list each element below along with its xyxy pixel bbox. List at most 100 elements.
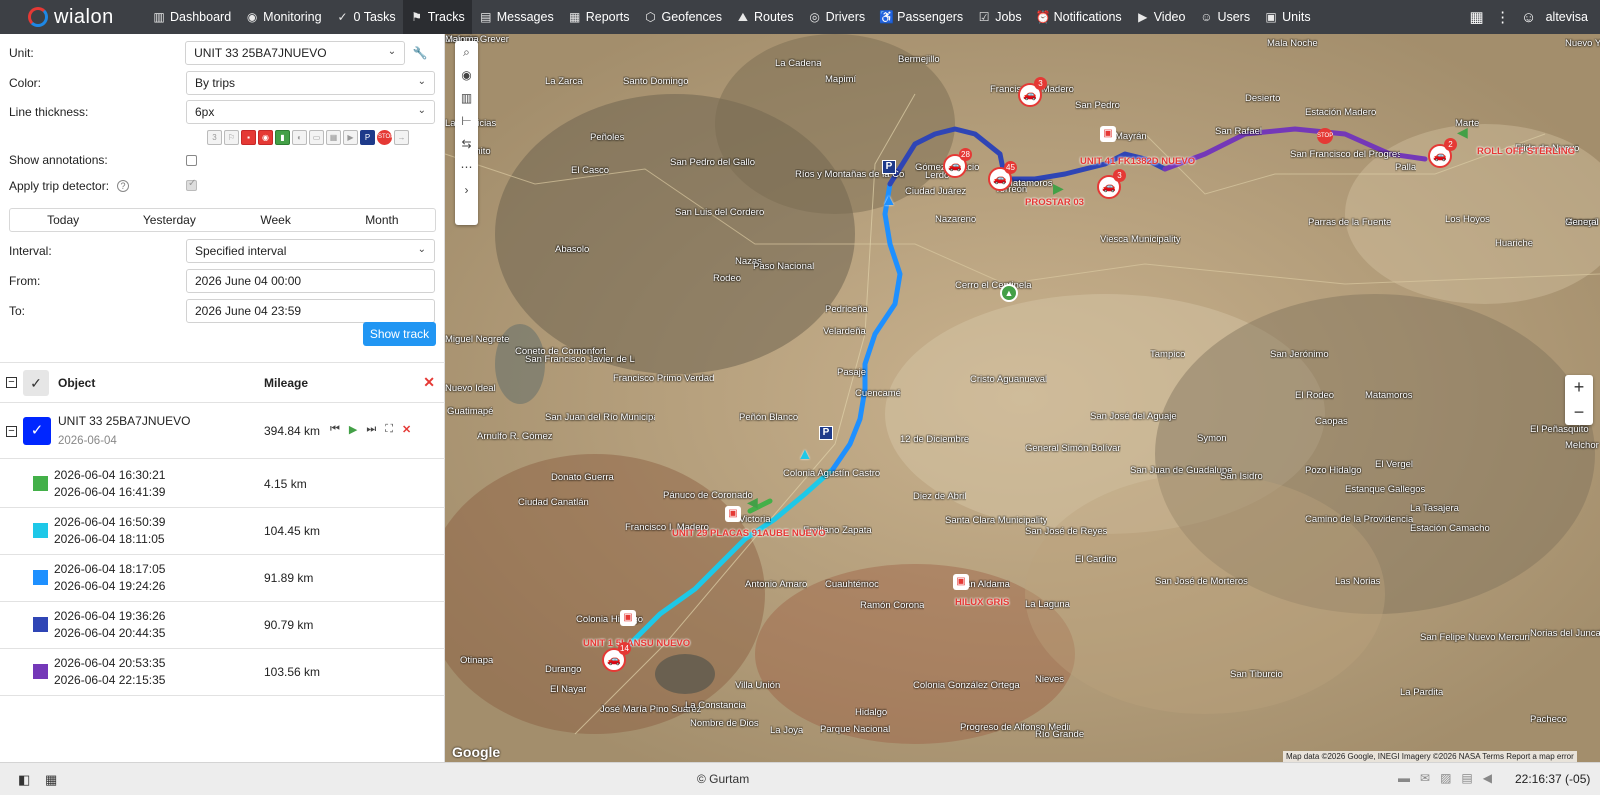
help-icon[interactable]: ? [117,180,130,192]
annotations-checkbox[interactable] [186,154,197,166]
unit-map-label[interactable]: PROSTAR 03 [1025,197,1084,208]
sound-icon[interactable]: ◀ [1483,771,1492,785]
user-icon[interactable]: ☺ [1516,9,1542,26]
nav-jobs[interactable]: ☑ Jobs [970,0,1028,34]
collapse-all-icon[interactable]: − [6,377,17,388]
messages-icon[interactable]: ▭ [309,130,324,145]
interval-select[interactable]: Specified interval ⌄ [186,239,435,263]
cluster-count-badge[interactable]: 3 [1113,169,1126,182]
trip-detector-checkbox[interactable] [186,178,197,191]
skip-back-icon[interactable]: ⏮ [330,423,340,436]
nav-tasks[interactable]: ✓ 0 Tasks [329,0,403,34]
more-menu-icon[interactable]: ⋮ [1490,8,1516,26]
delete-track-icon[interactable]: ✕ [402,423,411,436]
unit-map-label[interactable]: ROLL OFF STERLING [1477,146,1575,157]
wialon-logo[interactable]: wialon [0,6,145,29]
apps-icon[interactable]: ▦ [45,772,57,788]
messages-status-icon[interactable]: ▬ [1398,771,1410,785]
mail-status-icon[interactable]: ✉ [1420,771,1430,785]
nav-reports[interactable]: ▦ Reports [561,0,637,34]
zoom-in-button[interactable]: + [1565,375,1593,400]
cluster-count-badge[interactable]: 45 [1004,161,1017,174]
period-month[interactable]: Month [329,209,435,231]
unit-map-label[interactable]: UNIT 29 PLACAS 91AUBE NUEVO [672,528,826,539]
image-status-icon[interactable]: ▨ [1440,771,1451,785]
unit-select[interactable]: UNIT 33 25BA7JNUEVO ⌄ [185,41,406,65]
events-icon[interactable]: ▪ [241,130,256,145]
notification-status-icon[interactable]: ▤ [1461,771,1472,785]
nav-passengers[interactable]: ♿ Passengers [872,0,970,34]
cluster-count-badge[interactable]: 2 [1444,138,1457,151]
from-input[interactable]: 2026 June 04 00:00 [186,269,435,293]
user-name[interactable]: altevisa [1542,10,1600,24]
parking-marker-icon[interactable]: P [882,160,896,174]
direction-icon[interactable]: → [394,130,409,145]
nodes-icon[interactable]: ⋯ [455,156,478,179]
stop-icon[interactable]: STOP [377,130,394,145]
speeding-icon[interactable]: ◉ [258,130,273,145]
wrench-icon[interactable]: 🔧 [405,46,435,60]
unit-map-label[interactable]: HILUX GRIS [955,597,1009,608]
nav-tracks[interactable]: ⚑ Tracks [402,0,472,34]
stop-marker-icon[interactable]: STOP [1317,128,1333,144]
nav-messages[interactable]: ▤ Messages [472,0,561,34]
panel-toggle-icon[interactable]: ◧ [18,772,30,788]
images-icon[interactable]: ▦ [326,130,341,145]
nav-monitoring[interactable]: ◉ Monitoring [238,0,328,34]
focus-track-icon[interactable]: ⛶ [385,423,393,436]
trip-row[interactable]: 2026-06-04 18:17:05 2026-06-04 19:24:26 91… [0,554,445,602]
thefts-icon[interactable]: ◐ [292,130,307,145]
to-input[interactable]: 2026 June 04 23:59 [186,299,435,323]
trip-row[interactable]: 2026-06-04 16:50:39 2026-06-04 18:11:05 10… [0,507,445,555]
map-layers-icon[interactable]: ▥ [455,87,478,110]
geofence-marker-icon[interactable]: ▲ [1000,284,1018,302]
nav-dashboard[interactable]: ▥ Dashboard [145,0,238,34]
ruler-icon[interactable]: ⊢ [455,110,478,133]
select-all-checkbox[interactable]: ✓ [23,370,49,396]
nav-video[interactable]: ▶ Video [1129,0,1193,34]
delete-all-icon[interactable]: ✕ [423,374,435,391]
color-select[interactable]: By trips ⌄ [186,71,435,95]
unit-map-label[interactable]: UNIT 1 5LANSU NUEVO [583,638,690,649]
trip-row[interactable]: 2026-06-04 16:30:21 2026-06-04 16:41:39 4.… [0,460,445,508]
collapse-unit-icon[interactable]: − [6,426,17,437]
trip-row[interactable]: 2026-06-04 19:36:26 2026-06-04 20:44:35 90… [0,601,445,649]
thickness-select[interactable]: 6px ⌄ [186,100,435,124]
nav-geofences[interactable]: ⬡ Geofences [637,0,729,34]
period-week[interactable]: Week [223,209,329,231]
cluster-count-badge[interactable]: 14 [618,642,631,655]
nav-drivers[interactable]: ◎ Drivers [801,0,873,34]
video-icon[interactable]: ▶ [343,130,358,145]
show-track-button[interactable]: Show track [363,322,436,346]
nav-users[interactable]: ☺ Users [1192,0,1257,34]
parking-marker-icon[interactable]: P [819,426,833,440]
parking-icon[interactable]: P [360,130,375,145]
cluster-count-badge[interactable]: 3 [1034,77,1047,90]
skip-forward-icon[interactable]: ⏭ [366,423,376,436]
numbering-icon[interactable]: 3 [207,130,222,145]
map-attribution[interactable]: Map data ©2026 Google, INEGI Imagery ©20… [1283,751,1577,762]
zoom-out-button[interactable]: − [1565,400,1593,425]
nav-units[interactable]: ▣ Units [1257,0,1317,34]
play-icon[interactable]: ▶ [349,423,357,436]
truck-marker-icon[interactable]: ▣ [953,574,969,590]
visibility-icon[interactable]: ◉ [455,64,478,87]
search-icon[interactable]: ⌕ [455,41,478,64]
period-yesterday[interactable]: Yesterday [116,209,222,231]
unit-visibility-checkbox[interactable]: ✓ [23,417,51,445]
truck-marker-icon[interactable]: ▣ [725,506,741,522]
routing-icon[interactable]: ⇆ [455,133,478,156]
apps-grid-icon[interactable]: ▦ [1464,8,1490,26]
cluster-count-badge[interactable]: 28 [959,148,972,161]
nav-routes[interactable]: ⛰ Routes [729,0,801,34]
truck-marker-icon[interactable]: ▣ [1100,126,1116,142]
period-today[interactable]: Today [10,209,116,231]
nav-notifications[interactable]: ⏰ Notifications [1029,0,1129,34]
truck-marker-icon[interactable]: ▣ [620,610,636,626]
map-view[interactable]: La CadenaBermejilloMapimíFrancisco I. Ma… [445,34,1600,762]
expand-toolbar-icon[interactable]: › [455,179,478,202]
flags-icon[interactable]: ⚐ [224,130,239,145]
trip-row[interactable]: 2026-06-04 20:53:35 2026-06-04 22:15:35 10… [0,648,445,696]
unit-map-label[interactable]: UNIT 41 FK1382D NUEVO [1080,156,1195,167]
fillings-icon[interactable]: ▮ [275,130,290,145]
